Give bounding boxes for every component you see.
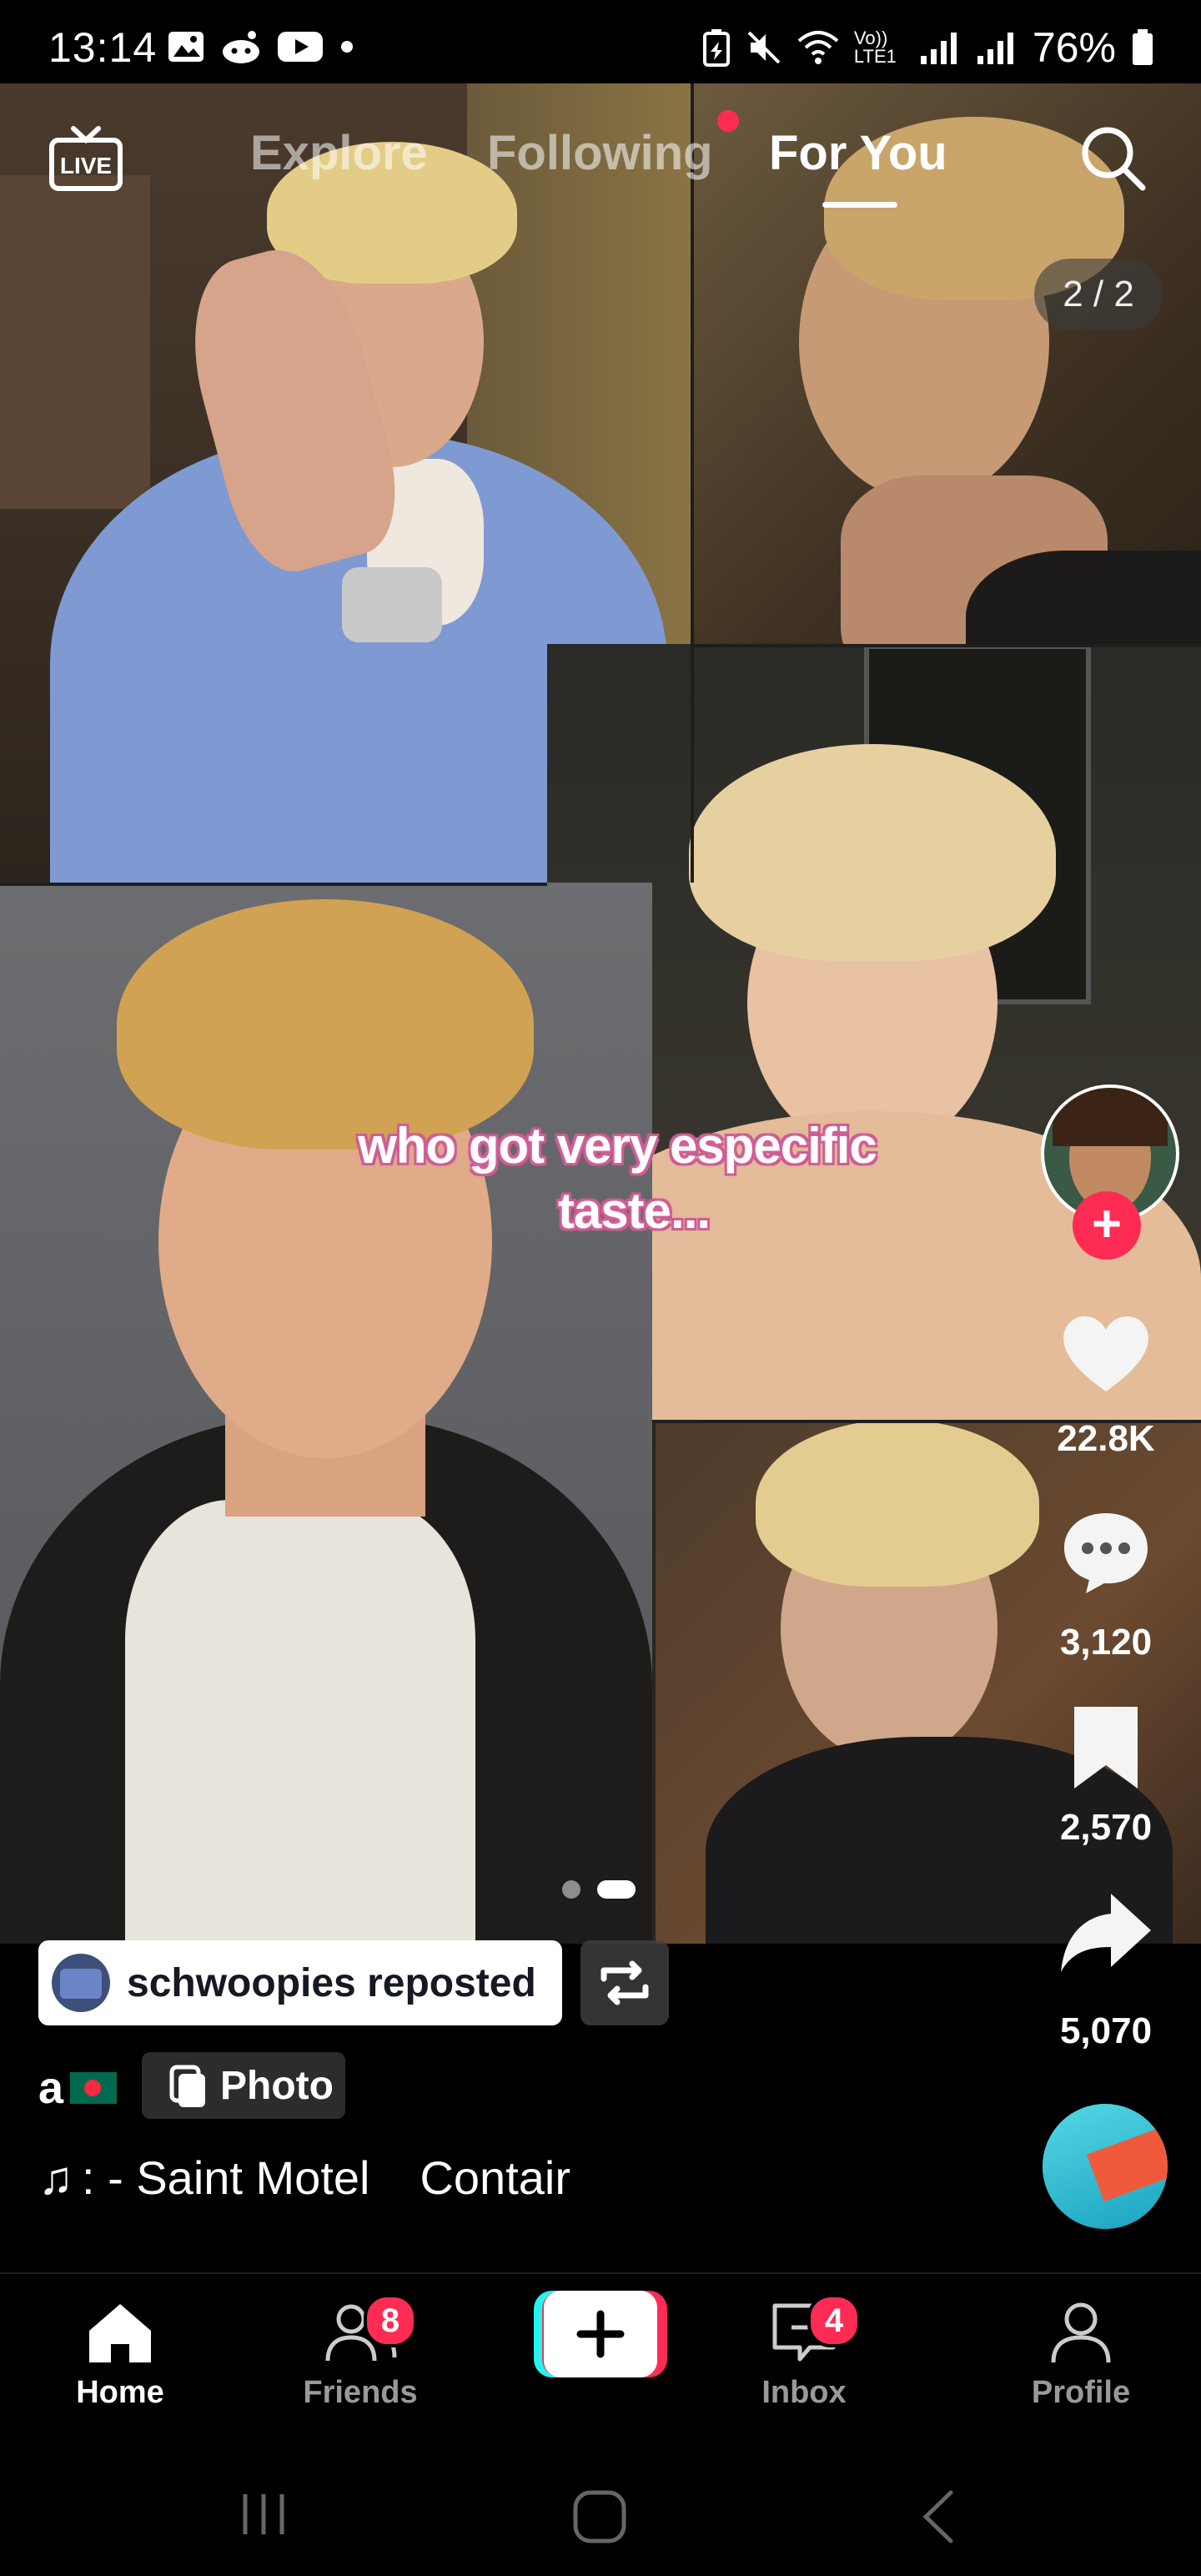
nav-friends-label: Friends bbox=[303, 2375, 418, 2410]
gallery-icon bbox=[168, 32, 204, 62]
status-bar: 13:14 Vo)) LTE1 76% bbox=[0, 0, 1201, 83]
nav-profile[interactable]: Profile bbox=[997, 2299, 1164, 2411]
post-username[interactable]: a bbox=[38, 2062, 118, 2114]
bookmark-icon[interactable] bbox=[1056, 1702, 1156, 1794]
share-count: 5,070 bbox=[1059, 2010, 1153, 2051]
live-icon[interactable]: LIVE bbox=[48, 125, 123, 192]
comment-icon[interactable] bbox=[1056, 1505, 1156, 1597]
like-count: 22.8K bbox=[1057, 1418, 1155, 1459]
notification-icons bbox=[167, 28, 355, 65]
signal-icon-2 bbox=[977, 33, 1013, 64]
system-navigation-bar bbox=[0, 2446, 1201, 2576]
wifi-icon bbox=[797, 31, 839, 64]
mute-icon bbox=[747, 31, 781, 64]
repost-chip[interactable]: schwoopies reposted bbox=[38, 1940, 562, 2025]
status-right: Vo)) LTE1 76% bbox=[702, 23, 1154, 72]
create-button[interactable] bbox=[534, 2291, 667, 2377]
nav-friends[interactable]: Friends 8 bbox=[277, 2294, 444, 2411]
battery-icon bbox=[1133, 29, 1153, 65]
music-ticker[interactable]: ♫ : - Saint Motel Contair bbox=[38, 2151, 570, 2205]
photo-counter: 2 / 2 bbox=[1034, 259, 1163, 330]
music-note-icon: ♫ bbox=[38, 2151, 73, 2204]
music-extra: Contair bbox=[420, 2151, 570, 2204]
carousel-dot-2[interactable] bbox=[597, 1880, 636, 1899]
photo-tag: Photo bbox=[142, 2052, 345, 2119]
profile-icon bbox=[1051, 2302, 1111, 2363]
inbox-badge: 4 bbox=[807, 2294, 861, 2347]
youtube-icon bbox=[278, 32, 323, 62]
friends-badge: 8 bbox=[364, 2294, 417, 2347]
caption-line-1: who got very especific bbox=[358, 1118, 877, 1174]
tab-explore[interactable]: Explore bbox=[250, 125, 428, 181]
photo-tag-label: Photo bbox=[220, 2063, 334, 2108]
back-icon[interactable] bbox=[914, 2488, 964, 2546]
photo-tile-bottom-right bbox=[656, 1420, 1201, 1944]
post-photo[interactable] bbox=[0, 83, 1201, 1944]
home-icon bbox=[89, 2304, 151, 2362]
nav-profile-label: Profile bbox=[1031, 2375, 1131, 2410]
network-label: Vo)) LTE1 bbox=[853, 28, 897, 67]
follow-button[interactable]: + bbox=[1073, 1191, 1141, 1260]
search-icon[interactable] bbox=[1076, 121, 1151, 196]
home-system-icon[interactable] bbox=[570, 2488, 629, 2546]
repost-icon[interactable] bbox=[580, 1940, 669, 2025]
tab-for-you[interactable]: For You bbox=[769, 125, 947, 181]
photo-stack-icon bbox=[169, 2065, 205, 2107]
nav-inbox[interactable]: Inbox 4 bbox=[721, 2294, 887, 2411]
active-tab-indicator bbox=[822, 202, 897, 208]
tab-following[interactable]: Following bbox=[487, 125, 713, 181]
username-text[interactable]: a bbox=[38, 2062, 63, 2114]
nav-home-label: Home bbox=[76, 2375, 164, 2410]
bangladesh-flag-icon bbox=[70, 2072, 118, 2104]
battery-saver-icon bbox=[702, 29, 730, 67]
comment-count: 3,120 bbox=[1059, 1622, 1153, 1663]
nav-inbox-label: Inbox bbox=[761, 2375, 847, 2410]
nav-home[interactable]: Home bbox=[37, 2299, 204, 2411]
share-arrow-icon[interactable] bbox=[1056, 1887, 1156, 1979]
photo-tile-bottom-left bbox=[0, 883, 652, 1944]
repost-text: schwoopies reposted bbox=[127, 1960, 536, 2005]
bookmark-count: 2,570 bbox=[1059, 1807, 1153, 1848]
live-label: LIVE bbox=[60, 153, 112, 179]
signal-icon bbox=[920, 33, 957, 64]
battery-percent: 76% bbox=[1032, 24, 1116, 71]
carousel-indicator bbox=[562, 1880, 636, 1899]
music-title: : - Saint Motel bbox=[82, 2151, 370, 2204]
like-heart-icon[interactable] bbox=[1056, 1308, 1156, 1400]
caption-line-2: taste... bbox=[557, 1183, 711, 1239]
recents-icon[interactable] bbox=[237, 2488, 290, 2541]
notification-dot-icon bbox=[341, 41, 353, 53]
reddit-icon bbox=[223, 31, 259, 63]
carousel-dot-1[interactable] bbox=[562, 1880, 580, 1899]
status-time: 13:14 bbox=[48, 24, 158, 71]
music-disc[interactable] bbox=[1043, 2104, 1168, 2229]
following-new-dot bbox=[717, 110, 739, 132]
post-caption-overlay: who got very especific taste... bbox=[350, 1114, 884, 1244]
reposter-avatar bbox=[52, 1954, 110, 2012]
